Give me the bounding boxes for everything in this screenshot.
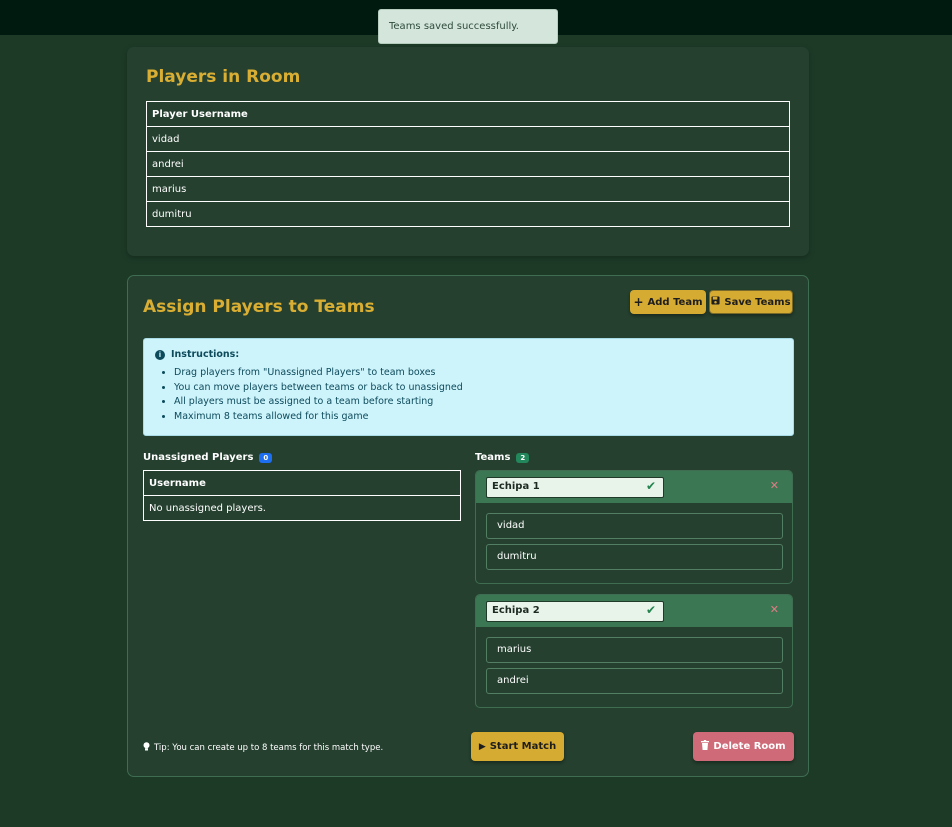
team-member[interactable]: andrei xyxy=(486,668,783,694)
success-toast: Teams saved successfully. xyxy=(378,9,558,44)
list-item: Maximum 8 teams allowed for this game xyxy=(174,410,782,425)
unassigned-label: Unassigned Players xyxy=(143,452,254,463)
remove-team-icon[interactable]: ✕ xyxy=(770,479,779,492)
team-header: Echipa 1 ✔ ✕ xyxy=(476,471,792,503)
check-icon: ✔ xyxy=(646,603,657,617)
table-header-row: Username xyxy=(143,470,461,496)
team-name-input[interactable]: Echipa 1 xyxy=(486,477,664,498)
add-team-button[interactable]: + Add Team xyxy=(630,290,706,314)
player-cell: andrei xyxy=(146,151,790,177)
delete-room-button[interactable]: Delete Room xyxy=(693,732,794,761)
team-box[interactable]: Echipa 2 ✔ ✕ marius andrei xyxy=(475,594,793,708)
instructions-list: Drag players from "Unassigned Players" t… xyxy=(155,366,782,424)
save-teams-label: Save Teams xyxy=(724,296,791,308)
remove-team-icon[interactable]: ✕ xyxy=(770,603,779,616)
play-icon: ▶ xyxy=(478,741,486,752)
tip-text: Tip: You can create up to 8 teams for th… xyxy=(143,742,383,754)
list-item: You can move players between teams or ba… xyxy=(174,381,782,396)
table-row: dumitru xyxy=(146,201,790,227)
save-icon xyxy=(711,296,720,308)
table-row: vidad xyxy=(146,126,790,152)
trash-icon xyxy=(701,740,710,753)
assign-card-title: Assign Players to Teams xyxy=(143,297,375,317)
team-member[interactable]: marius xyxy=(486,637,783,663)
teams-heading: Teams 2 xyxy=(475,452,530,463)
instructions-heading: i Instructions: xyxy=(155,349,782,360)
players-card-title: Players in Room xyxy=(146,67,301,87)
list-item: Drag players from "Unassigned Players" t… xyxy=(174,366,782,381)
save-teams-button[interactable]: Save Teams xyxy=(709,290,793,314)
start-match-button[interactable]: ▶ Start Match xyxy=(471,732,564,761)
table-row: andrei xyxy=(146,151,790,177)
team-name-input[interactable]: Echipa 2 xyxy=(486,601,664,622)
players-in-room-card: Players in Room Player Username vidad an… xyxy=(127,47,809,256)
table-row: marius xyxy=(146,176,790,202)
lightbulb-icon xyxy=(143,742,150,754)
team-header: Echipa 2 ✔ ✕ xyxy=(476,595,792,627)
list-item: All players must be assigned to a team b… xyxy=(174,395,782,410)
teams-count-badge: 2 xyxy=(516,452,530,463)
unassigned-players-table: Username No unassigned players. xyxy=(143,470,461,521)
plus-icon: + xyxy=(633,295,644,309)
toast-message: Teams saved successfully. xyxy=(389,21,519,32)
player-cell: marius xyxy=(146,176,790,202)
assign-teams-card: Assign Players to Teams + Add Team Save … xyxy=(127,275,809,777)
team-member[interactable]: vidad xyxy=(486,513,783,539)
unassigned-count-badge: 0 xyxy=(259,452,273,463)
delete-room-label: Delete Room xyxy=(713,741,786,752)
player-cell: vidad xyxy=(146,126,790,152)
column-header-username: Username xyxy=(143,470,461,496)
player-cell: dumitru xyxy=(146,201,790,227)
column-header-username: Player Username xyxy=(146,101,790,127)
instructions-box: i Instructions: Drag players from "Unass… xyxy=(143,338,794,436)
table-row: No unassigned players. xyxy=(143,495,461,521)
team-member[interactable]: dumitru xyxy=(486,544,783,570)
table-header-row: Player Username xyxy=(146,101,790,127)
team-box[interactable]: Echipa 1 ✔ ✕ vidad dumitru xyxy=(475,470,793,584)
unassigned-players-heading: Unassigned Players 0 xyxy=(143,452,273,463)
empty-state-cell: No unassigned players. xyxy=(143,495,461,521)
instructions-heading-text: Instructions: xyxy=(171,349,240,360)
add-team-label: Add Team xyxy=(647,296,703,308)
tip-label: Tip: You can create up to 8 teams for th… xyxy=(154,743,384,753)
players-table: Player Username vidad andrei marius dumi… xyxy=(146,101,790,227)
check-icon: ✔ xyxy=(646,479,657,493)
teams-label: Teams xyxy=(475,452,511,463)
info-icon: i xyxy=(155,349,165,360)
start-match-label: Start Match xyxy=(489,741,557,752)
